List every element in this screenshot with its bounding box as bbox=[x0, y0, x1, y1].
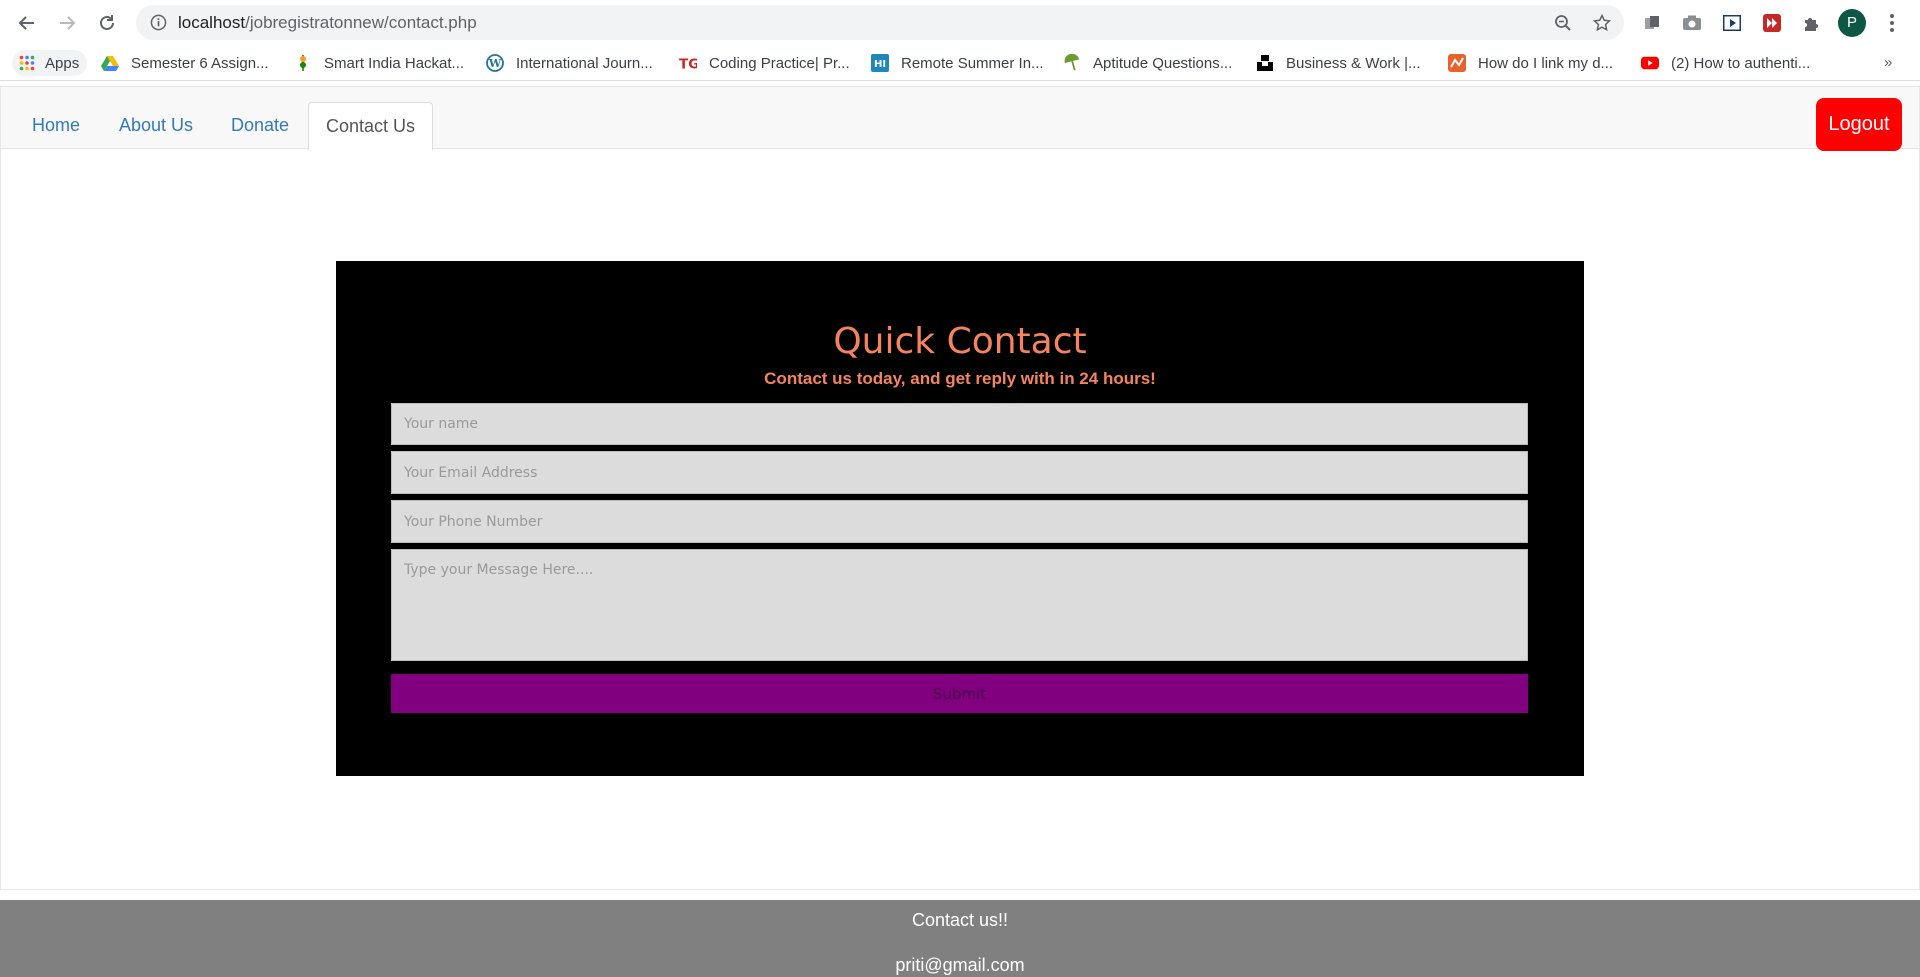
tg-logo-icon: TG bbox=[679, 54, 697, 72]
site-footer: Contact us!! priti@gmail.com bbox=[0, 900, 1920, 977]
bookmark-label: Semester 6 Assign... bbox=[131, 54, 269, 72]
url-path: /jobregistratonnew/contact.php bbox=[245, 13, 477, 32]
nav-contact-tab[interactable]: Contact Us bbox=[308, 102, 433, 150]
profile-avatar[interactable]: P bbox=[1838, 9, 1866, 37]
quick-contact-panel: Quick Contact Contact us today, and get … bbox=[336, 261, 1584, 776]
bookmark-item[interactable]: How do I link my d... bbox=[1448, 50, 1613, 76]
nav-home-link[interactable]: Home bbox=[32, 115, 80, 136]
video-player-extension-icon[interactable] bbox=[1720, 11, 1744, 35]
bookmark-item[interactable]: Aptitude Questions... bbox=[1063, 50, 1232, 76]
bookmarks-bar: Apps Semester 6 Assign... Smart India Ha… bbox=[0, 45, 1920, 81]
svg-text:TG: TG bbox=[679, 56, 697, 72]
bookmark-label: Smart India Hackat... bbox=[324, 54, 465, 72]
forward-arrow-icon bbox=[60, 16, 76, 30]
svg-text:HI: HI bbox=[874, 59, 886, 70]
url-host: localhost bbox=[178, 13, 246, 32]
google-drive-icon bbox=[101, 54, 119, 72]
screenshot-extension-icon[interactable] bbox=[1680, 11, 1704, 35]
forward-button[interactable] bbox=[52, 8, 82, 38]
phone-input[interactable] bbox=[391, 500, 1528, 543]
email-input[interactable] bbox=[391, 451, 1528, 494]
zoho-icon bbox=[1448, 54, 1466, 72]
logout-button[interactable]: Logout bbox=[1816, 98, 1902, 151]
svg-text:W: W bbox=[488, 57, 502, 70]
bookmark-item[interactable]: Business & Work |... bbox=[1256, 50, 1421, 76]
bookmark-apps[interactable]: Apps bbox=[12, 50, 88, 76]
bookmark-item[interactable]: W International Journ... bbox=[486, 50, 653, 76]
skip-ad-extension-icon[interactable] bbox=[1760, 11, 1784, 35]
bookmark-label: Aptitude Questions... bbox=[1093, 54, 1233, 72]
name-input[interactable] bbox=[391, 403, 1528, 445]
sih-logo-icon bbox=[294, 54, 312, 72]
tab-manager-extension-icon[interactable] bbox=[1640, 11, 1664, 35]
site-navbar: Home About Us Donate Contact Us Logout bbox=[0, 86, 1920, 151]
youtube-icon bbox=[1641, 54, 1659, 72]
bookmark-label: International Journ... bbox=[516, 54, 653, 72]
back-button[interactable] bbox=[12, 8, 42, 38]
back-arrow-icon bbox=[18, 16, 34, 30]
zoom-icon[interactable] bbox=[1554, 14, 1572, 32]
submit-button[interactable]: Submit bbox=[391, 674, 1528, 713]
bookmark-label: Coding Practice| Pr... bbox=[709, 54, 850, 72]
bookmark-label: (2) How to authenti... bbox=[1671, 54, 1811, 72]
unsplash-icon bbox=[1256, 54, 1274, 72]
hi-logo-icon: HI bbox=[871, 54, 889, 72]
nav-donate-link[interactable]: Donate bbox=[231, 115, 289, 136]
page-content: Home About Us Donate Contact Us Logout Q… bbox=[0, 86, 1920, 977]
address-bar[interactable]: localhost/jobregistratonnew/contact.php bbox=[136, 5, 1624, 40]
bookmark-item[interactable]: (2) How to authenti... bbox=[1641, 50, 1810, 76]
bookmark-label: Business & Work |... bbox=[1286, 54, 1421, 72]
footer-heading: Contact us!! bbox=[911, 910, 1009, 930]
reload-icon bbox=[100, 15, 114, 30]
more-bookmarks-button[interactable]: » bbox=[1884, 54, 1892, 71]
extensions-puzzle-icon[interactable] bbox=[1800, 11, 1824, 35]
bookmark-label: Apps bbox=[45, 54, 80, 72]
info-icon bbox=[150, 14, 167, 31]
browser-toolbar: localhost/jobregistratonnew/contact.php … bbox=[0, 0, 1920, 45]
browser-menu-icon[interactable] bbox=[1880, 11, 1904, 35]
footer-email: priti@gmail.com bbox=[895, 955, 1025, 975]
bookmark-item[interactable]: Semester 6 Assign... bbox=[101, 50, 269, 76]
bookmark-star-icon[interactable] bbox=[1593, 14, 1611, 32]
bookmark-label: Remote Summer In... bbox=[901, 54, 1044, 72]
url-text: localhost/jobregistratonnew/contact.php bbox=[178, 5, 477, 40]
bookmark-label: How do I link my d... bbox=[1478, 54, 1614, 72]
bookmark-item[interactable]: TG Coding Practice| Pr... bbox=[679, 50, 850, 76]
reload-button[interactable] bbox=[92, 8, 122, 38]
nav-about-link[interactable]: About Us bbox=[119, 115, 193, 136]
apps-grid-icon bbox=[18, 54, 36, 72]
wordpress-icon: W bbox=[486, 54, 504, 72]
umbrella-icon bbox=[1063, 54, 1081, 72]
bookmark-item[interactable]: Smart India Hackat... bbox=[294, 50, 464, 76]
bookmark-item[interactable]: HI Remote Summer In... bbox=[871, 50, 1044, 76]
contact-title: Quick Contact bbox=[833, 321, 1087, 362]
message-textarea[interactable] bbox=[391, 549, 1528, 661]
contact-subtitle: Contact us today, and get reply with in … bbox=[764, 369, 1156, 388]
